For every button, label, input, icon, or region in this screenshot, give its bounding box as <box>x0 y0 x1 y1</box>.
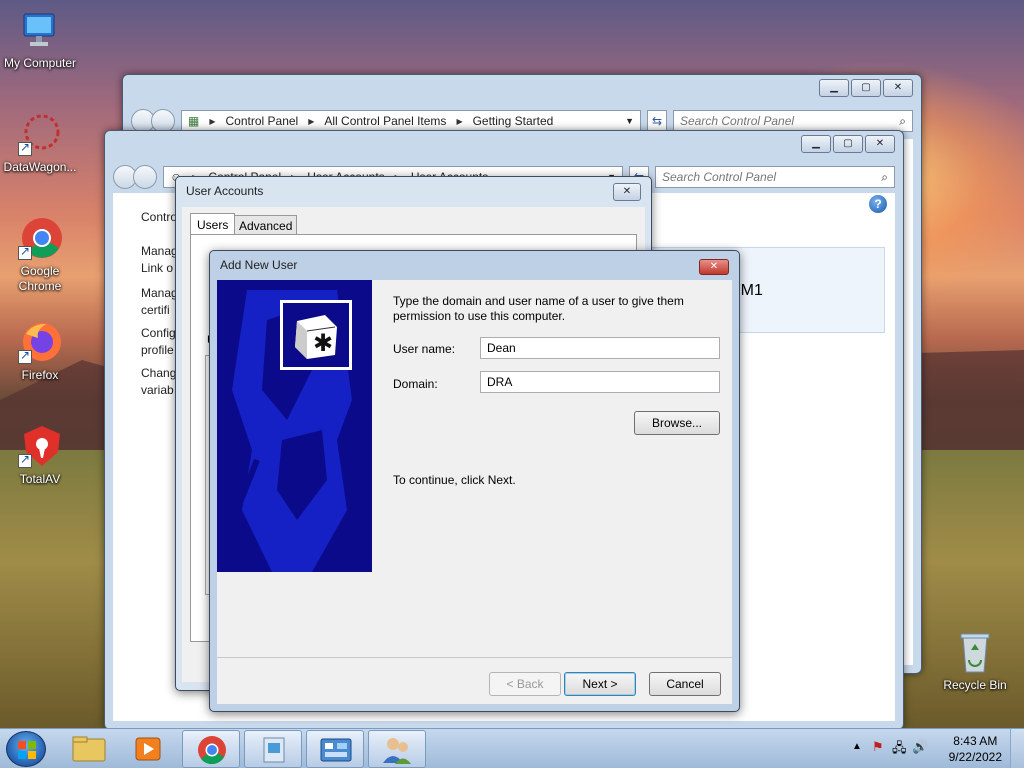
dialog-title: Add New User <box>220 258 298 272</box>
desktop-icon-my-computer[interactable]: My Computer <box>0 8 80 71</box>
system-tray: ▲ ⚑ 🖧 🔊 8:43 AM 9/22/2022 <box>834 729 1024 768</box>
action-center-flag-icon[interactable]: ⚑ <box>872 739 884 755</box>
address-bar[interactable]: ▦ ▶ Control Panel ▶ All Control Panel It… <box>181 110 641 132</box>
desktop-icon-google-chrome[interactable]: Google Chrome <box>0 216 80 294</box>
start-button[interactable] <box>6 731 46 767</box>
taskbar-chrome[interactable] <box>182 730 240 768</box>
sidebar-link[interactable]: profile <box>141 342 178 359</box>
desktop-icon-datawagon[interactable]: DataWagon... <box>0 112 80 175</box>
breadcrumb-separator-icon: ▶ <box>456 116 463 126</box>
search-placeholder: Search Control Panel <box>662 170 777 184</box>
minimize-button[interactable]: ▁ <box>819 79 849 97</box>
minimize-button[interactable]: ▁ <box>801 135 831 153</box>
taskbar-document-app[interactable] <box>244 730 302 768</box>
window-controls: ▁ ▢ ✕ <box>801 135 895 153</box>
dialog-title: User Accounts <box>186 184 264 198</box>
shortcut-arrow-icon <box>18 452 32 468</box>
search-icon[interactable]: ⌕ <box>881 170 888 185</box>
forward-nav-button[interactable] <box>133 165 157 189</box>
svg-text:✱: ✱ <box>313 329 333 357</box>
window-controls: ▁ ▢ ✕ <box>819 79 913 97</box>
back-button[interactable]: < Back <box>489 672 561 696</box>
maximize-button[interactable]: ▢ <box>833 135 863 153</box>
task-sidebar: Contro Manag Link o Manag certifi Config… <box>141 209 178 399</box>
desktop-icon-recycle-bin[interactable]: Recycle Bin <box>935 630 1015 693</box>
media-player-icon <box>135 737 161 761</box>
breadcrumb-item[interactable]: Getting Started <box>473 114 554 128</box>
wizard-key-icon: ✱ <box>280 300 352 370</box>
firefox-icon <box>18 320 62 364</box>
clock-time: 8:43 AM <box>953 734 998 748</box>
maximize-button[interactable]: ▢ <box>851 79 881 97</box>
breadcrumb-item[interactable]: All Control Panel Items <box>324 114 446 128</box>
close-button[interactable]: ✕ <box>699 259 729 275</box>
sidebar-link[interactable]: certifi <box>141 302 178 319</box>
taskbar: ▲ ⚑ 🖧 🔊 8:43 AM 9/22/2022 <box>0 728 1024 768</box>
volume-icon[interactable]: 🔊 <box>912 739 928 755</box>
shortcut-arrow-icon <box>18 244 32 260</box>
totalav-shield-icon <box>18 424 62 468</box>
sidebar-link[interactable]: variab <box>141 382 178 399</box>
refresh-icon[interactable]: ⇆ <box>647 110 667 132</box>
shortcut-arrow-icon <box>18 348 32 364</box>
sidebar-heading[interactable]: Contro <box>141 209 178 243</box>
close-button[interactable]: ✕ <box>883 79 913 97</box>
username-label: User name: <box>393 342 456 356</box>
clock[interactable]: 8:43 AM 9/22/2022 <box>949 733 1002 765</box>
folder-icon <box>72 736 106 762</box>
search-box[interactable]: Search Control Panel ⌕ <box>673 110 913 132</box>
domain-input[interactable]: DRA <box>480 371 720 393</box>
sidebar-link[interactable]: Link o <box>141 260 178 277</box>
dialog-body: ✱ Type the domain and user name of a use… <box>217 280 732 704</box>
sidebar-link[interactable]: Config <box>141 325 178 342</box>
sidebar-link[interactable]: Manag <box>141 285 178 302</box>
add-new-user-dialog[interactable]: Add New User ✕ ✱ Type the domain and use… <box>209 250 740 712</box>
footer-divider <box>217 657 732 658</box>
chrome-icon <box>198 736 226 765</box>
control-panel-icon <box>320 738 352 762</box>
document-icon <box>263 737 285 763</box>
taskbar-media-player[interactable] <box>120 730 178 768</box>
desktop-icon-totalav[interactable]: TotalAV <box>0 424 80 487</box>
browse-button[interactable]: Browse... <box>634 411 720 435</box>
address-dropdown-icon[interactable]: ▼ <box>625 116 634 126</box>
control-panel-icon: ▦ <box>188 114 200 128</box>
domain-label: Domain: <box>393 377 438 391</box>
datawagon-icon <box>18 112 62 156</box>
shortcut-arrow-icon <box>18 140 32 156</box>
breadcrumb-item[interactable]: Control Panel <box>226 114 299 128</box>
clock-date: 9/22/2022 <box>948 750 1002 764</box>
tab-advanced[interactable]: Advanced <box>234 215 298 235</box>
sidebar-link[interactable]: Chang <box>141 365 178 382</box>
recycle-bin-icon <box>953 630 997 674</box>
user-accounts-icon <box>383 738 411 764</box>
instruction-text: Type the domain and user name of a user … <box>393 294 684 323</box>
search-icon[interactable]: ⌕ <box>899 114 906 129</box>
desktop-icon-firefox[interactable]: Firefox <box>0 320 80 383</box>
cancel-button[interactable]: Cancel <box>649 672 721 696</box>
wizard-banner: ✱ <box>217 280 372 572</box>
taskbar-user-accounts[interactable] <box>368 730 426 768</box>
taskbar-explorer[interactable] <box>60 730 118 768</box>
tab-users[interactable]: Users <box>190 213 236 235</box>
taskbar-control-panel[interactable] <box>306 730 364 768</box>
breadcrumb-separator-icon: ▶ <box>209 116 216 126</box>
show-desktop-button[interactable] <box>1010 729 1024 768</box>
sidebar-link[interactable]: Manag <box>141 243 178 260</box>
close-button[interactable]: ✕ <box>613 183 641 201</box>
continue-text: To continue, click Next. <box>393 473 516 487</box>
username-input[interactable]: Dean <box>480 337 720 359</box>
next-button[interactable]: Next > <box>564 672 636 696</box>
help-icon[interactable]: ? <box>869 195 887 213</box>
show-hidden-icons-icon[interactable]: ▲ <box>852 741 862 752</box>
search-box[interactable]: Search Control Panel ⌕ <box>655 166 895 188</box>
computer-icon <box>18 8 62 52</box>
breadcrumb-separator-icon: ▶ <box>308 116 315 126</box>
network-icon[interactable]: 🖧 <box>892 739 907 761</box>
search-placeholder: Search Control Panel <box>680 114 795 128</box>
close-button[interactable]: ✕ <box>865 135 895 153</box>
chrome-icon <box>18 216 62 260</box>
